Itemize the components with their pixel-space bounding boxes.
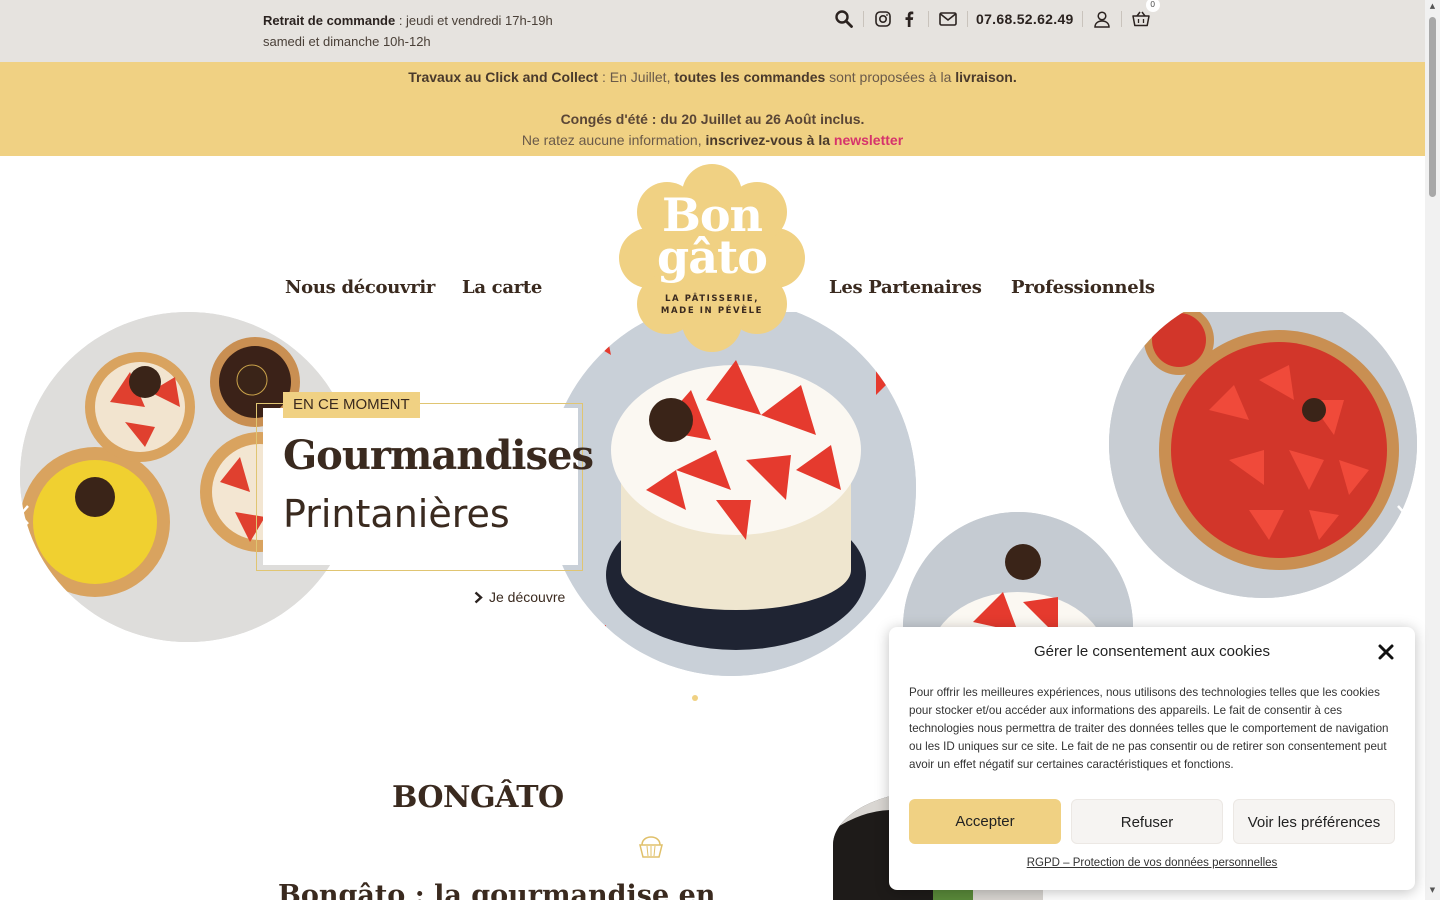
preferences-button[interactable]: Voir les préférences [1233, 799, 1395, 844]
announcement-highlight: inscrivez-vous à la [705, 132, 834, 148]
slide-image-strawberry-cake [546, 312, 916, 676]
announcement-line-2: Congés d'été : du 20 Juillet au 26 Août … [560, 111, 865, 127]
search-icon[interactable] [833, 8, 855, 30]
announcement-text: Ne ratez aucune information, [521, 132, 706, 148]
logo-word-gato: gâto [657, 230, 768, 284]
announcement-text: : En Juillet, [598, 69, 675, 85]
scrollbar-thumb[interactable] [1429, 17, 1436, 197]
newsletter-link[interactable]: newsletter [834, 132, 903, 148]
instagram-icon[interactable] [872, 8, 894, 30]
toolbar-divider [1081, 11, 1083, 27]
phone-link[interactable]: 07.68.52.62.49 [976, 11, 1074, 27]
announcement-highlight: Travaux au Click and Collect [408, 69, 599, 85]
section-title: BONGÂTO [392, 780, 564, 815]
pickup-line-1: : jeudi et vendredi 17h-19h [395, 13, 553, 28]
toolbar-divider [928, 11, 929, 27]
nav-professionnels[interactable]: Professionnels [1011, 277, 1155, 298]
site-logo[interactable]: Bon gâto LA PÂTISSERIE, MADE IN PÉVÈLE [619, 164, 805, 352]
top-bar: Retrait de commande : jeudi et vendredi … [0, 0, 1425, 62]
slider-next-arrow[interactable] [1396, 500, 1408, 533]
slide-subtitle: Printanières [283, 492, 510, 536]
close-icon[interactable] [1377, 643, 1395, 661]
mail-icon[interactable] [937, 8, 959, 30]
slider-prev-arrow[interactable] [18, 500, 30, 533]
accept-button[interactable]: Accepter [909, 799, 1061, 844]
pickup-hours: Retrait de commande : jeudi et vendredi … [263, 10, 553, 52]
privacy-policy-link[interactable]: RGPD – Protection de vos données personn… [899, 857, 1405, 869]
nav-la-carte[interactable]: La carte [462, 277, 542, 298]
pickup-label: Retrait de commande [263, 13, 396, 28]
toolbar-divider [863, 11, 864, 27]
slide-image-strawberry-tart [1109, 312, 1417, 598]
announcement-highlight: livraison. [955, 69, 1017, 85]
facebook-icon[interactable] [898, 8, 920, 30]
cupcake-icon [638, 835, 664, 863]
page-scrollbar[interactable]: ▲ ▼ [1425, 0, 1440, 900]
chevron-right-icon [1397, 505, 1408, 525]
slider-dot[interactable] [692, 695, 698, 701]
nav-les-partenaires[interactable]: Les Partenaires [829, 277, 982, 298]
toolbar-divider [967, 11, 968, 27]
user-icon[interactable] [1091, 8, 1113, 30]
announcement-line-1: Travaux au Click and Collect : En Juille… [0, 69, 1425, 85]
top-toolbar: 07.68.52.62.49 0 [833, 0, 1160, 30]
cookie-dialog-text: Pour offrir les meilleures expériences, … [909, 686, 1389, 771]
nav-nous-decouvrir[interactable]: Nous découvrir [285, 277, 435, 298]
section-subtitle: Bongâto : la gourmandise en [278, 880, 716, 900]
cookie-consent-dialog: Gérer le consentement aux cookies Pour o… [889, 627, 1415, 890]
cart-button[interactable]: 0 [1130, 0, 1160, 30]
pickup-line-2: samedi et dimanche 10h-12h [263, 34, 431, 49]
announcement-text: sont proposées à la [825, 69, 956, 85]
slide-cta-label: Je découvre [489, 589, 566, 605]
announcement-highlight: toutes les commandes [674, 69, 826, 85]
scroll-up-arrow-icon[interactable]: ▲ [1428, 2, 1437, 11]
slide-title: Gourmandises [283, 432, 594, 479]
cart-count-badge: 0 [1145, 0, 1160, 12]
slide-tag: EN CE MOMENT [283, 392, 420, 418]
announcement-line-3: Ne ratez aucune information, inscrivez-v… [0, 132, 1425, 148]
logo-tagline-1: LA PÂTISSERIE, [664, 294, 760, 304]
chevron-left-icon [18, 505, 29, 525]
scroll-down-arrow-icon[interactable]: ▼ [1428, 886, 1437, 895]
refuse-button[interactable]: Refuser [1071, 799, 1223, 844]
announcement-banner: Travaux au Click and Collect : En Juille… [0, 62, 1425, 156]
logo-tagline-2: MADE IN PÉVÈLE [660, 306, 764, 316]
basket-icon [1131, 11, 1150, 27]
toolbar-divider [1120, 11, 1122, 27]
chevron-right-icon [474, 591, 483, 603]
slide-cta-link[interactable]: Je découvre [474, 589, 565, 605]
cookie-dialog-title: Gérer le consentement aux cookies [1034, 643, 1270, 660]
